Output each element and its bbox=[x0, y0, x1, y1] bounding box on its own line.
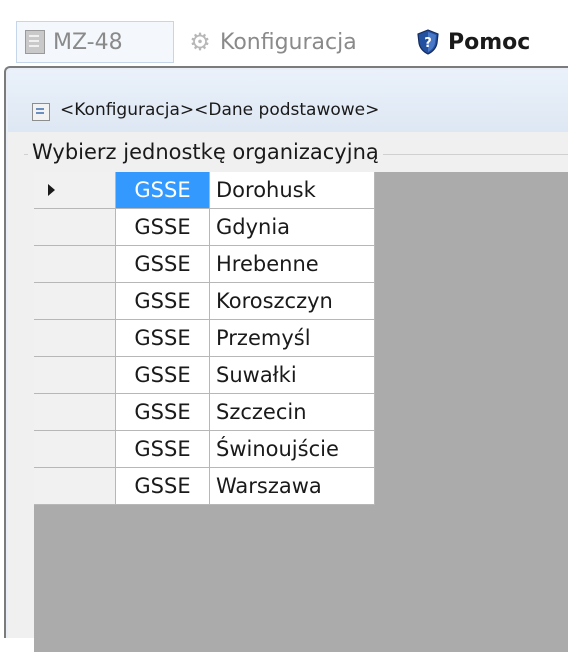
cell-name[interactable]: Dorohusk bbox=[210, 172, 375, 209]
form-icon bbox=[32, 103, 50, 121]
cell-name[interactable]: Suwałki bbox=[210, 357, 375, 394]
cell-code[interactable]: GSSE bbox=[116, 468, 210, 505]
menu-item-konfiguracja[interactable]: ⚙ Konfiguracja bbox=[184, 21, 357, 63]
row-selector[interactable] bbox=[34, 283, 116, 320]
table-row[interactable]: GSSE Szczecin bbox=[34, 394, 375, 431]
current-row-arrow-icon bbox=[48, 184, 55, 196]
cell-name[interactable]: Przemyśl bbox=[210, 320, 375, 357]
table-row[interactable]: GSSE Dorohusk bbox=[34, 172, 375, 209]
child-window: <Konfiguracja><Dane podstawowe> Wybierz … bbox=[4, 66, 568, 652]
row-selector[interactable] bbox=[34, 394, 116, 431]
window-title: <Konfiguracja><Dane podstawowe> bbox=[60, 100, 380, 120]
gear-icon: ⚙ bbox=[189, 28, 211, 56]
table-row[interactable]: GSSE Suwałki bbox=[34, 357, 375, 394]
cell-code[interactable]: GSSE bbox=[116, 320, 210, 357]
cell-name[interactable]: Gdynia bbox=[210, 209, 375, 246]
svg-text:?: ? bbox=[424, 36, 432, 51]
cell-name[interactable]: Warszawa bbox=[210, 468, 375, 505]
table-row[interactable]: GSSE Świnoujście bbox=[34, 431, 375, 468]
menu-item-pomoc[interactable]: ? Pomoc bbox=[412, 21, 530, 63]
row-selector[interactable] bbox=[34, 246, 116, 283]
data-grid[interactable]: GSSE Dorohusk GSSE Gdynia GSSE Hrebenne GSSE Ko… bbox=[34, 172, 568, 652]
menu-item-mz48[interactable]: MZ-48 bbox=[16, 21, 174, 63]
menu-item-label: MZ-48 bbox=[53, 29, 123, 55]
cell-code[interactable]: GSSE bbox=[116, 283, 210, 320]
table-row[interactable]: GSSE Przemyśl bbox=[34, 320, 375, 357]
table-row[interactable]: GSSE Koroszczyn bbox=[34, 283, 375, 320]
cell-code[interactable]: GSSE bbox=[116, 209, 210, 246]
menu-item-label: Konfiguracja bbox=[220, 29, 357, 55]
menu-bar: MZ-48 ⚙ Konfiguracja ? Pomoc bbox=[0, 0, 568, 64]
cell-name[interactable]: Hrebenne bbox=[210, 246, 375, 283]
cell-code[interactable]: GSSE bbox=[116, 431, 210, 468]
document-icon bbox=[25, 30, 45, 54]
help-shield-icon: ? bbox=[416, 29, 440, 55]
menu-item-label: Pomoc bbox=[448, 29, 531, 55]
group-box-caption: Wybierz jednostkę organizacyjną bbox=[28, 140, 383, 164]
table-row[interactable]: GSSE Gdynia bbox=[34, 209, 375, 246]
cell-name[interactable]: Świnoujście bbox=[210, 431, 375, 468]
row-selector[interactable] bbox=[34, 209, 116, 246]
cell-code[interactable]: GSSE bbox=[116, 246, 210, 283]
cell-name[interactable]: Szczecin bbox=[210, 394, 375, 431]
row-selector[interactable] bbox=[34, 431, 116, 468]
cell-code[interactable]: GSSE bbox=[116, 394, 210, 431]
cell-name[interactable]: Koroszczyn bbox=[210, 283, 375, 320]
table-row[interactable]: GSSE Hrebenne bbox=[34, 246, 375, 283]
cell-code[interactable]: GSSE bbox=[116, 172, 210, 209]
row-selector[interactable] bbox=[34, 468, 116, 505]
window-titlebar[interactable]: <Konfiguracja><Dane podstawowe> bbox=[8, 70, 568, 134]
window-content: Wybierz jednostkę organizacyjną GSSE Doro… bbox=[8, 132, 568, 652]
row-selector[interactable] bbox=[34, 172, 116, 209]
row-selector[interactable] bbox=[34, 320, 116, 357]
table-row[interactable]: GSSE Warszawa bbox=[34, 468, 375, 505]
cell-code[interactable]: GSSE bbox=[116, 357, 210, 394]
row-selector[interactable] bbox=[34, 357, 116, 394]
